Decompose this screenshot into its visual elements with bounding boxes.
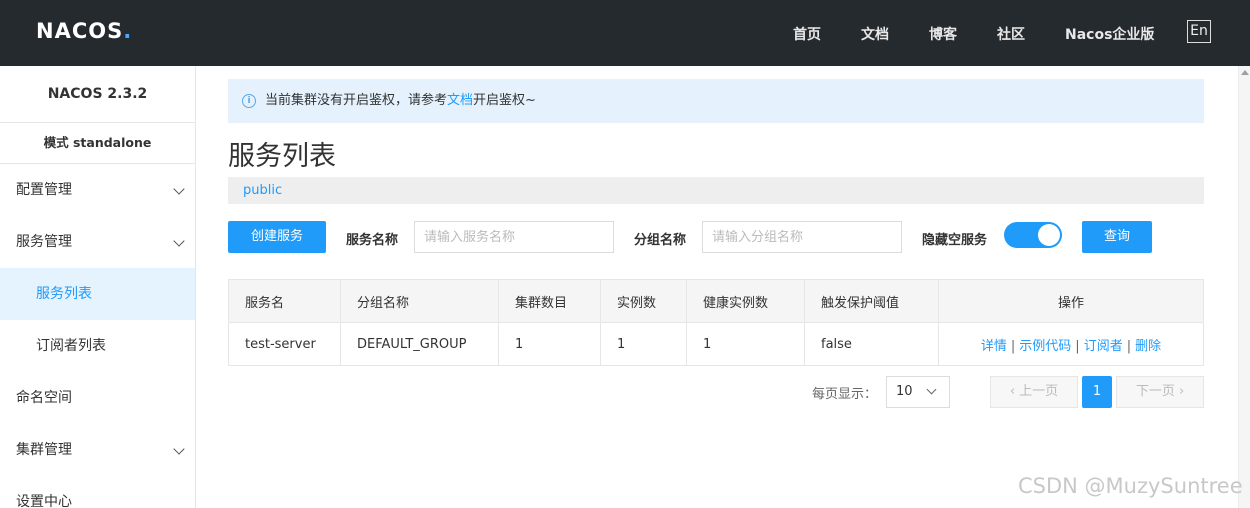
scroll-up-arrow-icon[interactable]	[1241, 70, 1249, 75]
docs-link[interactable]: 文档	[447, 93, 473, 108]
sidebar-item-label: 设置中心	[16, 494, 72, 508]
service-table: 服务名 分组名称 集群数目 实例数 健康实例数 触发保护阈值 操作 test-s…	[228, 279, 1204, 366]
sidebar-item-service-list[interactable]: 服务列表	[0, 268, 195, 320]
mode-label: 模式 standalone	[0, 123, 195, 164]
group-name-label: 分组名称	[634, 233, 687, 248]
chevron-down-icon	[926, 384, 937, 395]
service-name-input[interactable]	[414, 221, 614, 253]
sidebar-item-config-management[interactable]: 配置管理	[0, 164, 195, 216]
per-page-label: 每页显示：	[812, 387, 878, 402]
version-label: NACOS 2.3.2	[0, 66, 195, 123]
page-title: 服务列表	[228, 141, 336, 172]
detail-link[interactable]: 详情	[981, 339, 1007, 354]
notice-suffix: 开启鉴权~	[473, 93, 536, 108]
logo-text: NACOS	[36, 19, 124, 43]
language-switch-button[interactable]: En	[1187, 20, 1211, 43]
auth-notice: i 当前集群没有开启鉴权，请参考文档开启鉴权~	[228, 79, 1204, 123]
hide-empty-services-toggle[interactable]	[1004, 222, 1062, 248]
sidebar: NACOS 2.3.2 模式 standalone 配置管理 服务管理 服务列表…	[0, 66, 196, 508]
info-icon: i	[242, 94, 256, 108]
cell-service-name: test-server	[228, 322, 341, 366]
separator: |	[1075, 338, 1080, 354]
sidebar-item-label: 服务列表	[36, 286, 92, 302]
next-page-label: 下一页	[1135, 384, 1175, 399]
chevron-down-icon	[173, 443, 185, 455]
next-page-button[interactable]: 下一页 ›	[1116, 376, 1204, 408]
col-header-instance-count: 实例数	[600, 279, 687, 323]
delete-link[interactable]: 删除	[1135, 339, 1161, 354]
col-header-group-name: 分组名称	[340, 279, 499, 323]
group-name-input[interactable]	[702, 221, 902, 253]
prev-page-button[interactable]: ‹ 上一页	[990, 376, 1078, 408]
logo-dot: .	[123, 19, 133, 43]
separator: |	[1010, 338, 1016, 354]
create-service-button[interactable]: 创建服务	[228, 221, 326, 253]
sidebar-item-cluster-management[interactable]: 集群管理	[0, 424, 195, 476]
table-row: test-server DEFAULT_GROUP 1 1 1 false 详情…	[228, 322, 1204, 366]
nav-blog[interactable]: 博客	[929, 24, 957, 44]
service-name-label: 服务名称	[346, 233, 399, 248]
sample-code-link[interactable]: 示例代码	[1019, 339, 1071, 354]
chevron-down-icon	[173, 183, 185, 195]
nav-enterprise[interactable]: Nacos企业版	[1065, 24, 1154, 44]
nacos-logo[interactable]: NACOS.	[36, 19, 132, 43]
prev-page-label: 上一页	[1019, 384, 1059, 399]
cell-healthy-count: 1	[686, 322, 805, 366]
cell-actions: 详情 | 示例代码 | 订阅者 | 删除	[938, 322, 1204, 366]
sidebar-item-namespace[interactable]: 命名空间	[0, 372, 195, 424]
chevron-down-icon	[173, 235, 185, 247]
page-size-value: 10	[896, 384, 913, 399]
separator: |	[1126, 338, 1132, 354]
table-header-row: 服务名 分组名称 集群数目 实例数 健康实例数 触发保护阈值 操作	[228, 279, 1204, 323]
page-number-current[interactable]: 1	[1082, 376, 1112, 408]
cell-cluster-count: 1	[498, 322, 601, 366]
col-header-healthy-count: 健康实例数	[686, 279, 805, 323]
sidebar-item-label: 配置管理	[16, 182, 72, 198]
cell-group-name: DEFAULT_GROUP	[340, 322, 499, 366]
notice-prefix: 当前集群没有开启鉴权，请参考	[265, 93, 448, 108]
col-header-actions: 操作	[938, 279, 1204, 323]
chevron-right-icon: ›	[1174, 384, 1185, 399]
namespace-tab-public[interactable]: public	[228, 177, 1204, 204]
vertical-scrollbar[interactable]	[1238, 66, 1250, 508]
notice-text: 当前集群没有开启鉴权，请参考文档开启鉴权~	[265, 79, 536, 123]
sidebar-item-label: 集群管理	[16, 442, 72, 458]
toggle-knob	[1038, 224, 1060, 246]
nav-docs[interactable]: 文档	[861, 24, 889, 44]
col-header-service-name: 服务名	[228, 279, 341, 323]
chevron-left-icon: ‹	[1009, 384, 1020, 399]
cell-protect-threshold: false	[804, 322, 939, 366]
hide-empty-services-label: 隐藏空服务	[922, 233, 988, 248]
page-size-select[interactable]: 10	[886, 376, 950, 408]
top-navbar: NACOS. 首页 文档 博客 社区 Nacos企业版 En	[0, 0, 1250, 66]
sidebar-item-label: 订阅者列表	[36, 338, 106, 354]
sidebar-item-service-management[interactable]: 服务管理	[0, 216, 195, 268]
sidebar-item-settings[interactable]: 设置中心	[0, 476, 195, 508]
nav-home[interactable]: 首页	[793, 24, 821, 44]
sidebar-item-subscriber-list[interactable]: 订阅者列表	[0, 320, 195, 372]
cell-instance-count: 1	[600, 322, 687, 366]
sidebar-item-label: 命名空间	[16, 390, 72, 406]
subscribers-link[interactable]: 订阅者	[1084, 339, 1123, 354]
col-header-cluster-count: 集群数目	[498, 279, 601, 323]
watermark: CSDN @MuzySuntree	[1018, 474, 1243, 498]
sidebar-item-label: 服务管理	[16, 234, 72, 250]
nav-community[interactable]: 社区	[997, 24, 1025, 44]
col-header-protect-threshold: 触发保护阈值	[804, 279, 939, 323]
query-button[interactable]: 查询	[1082, 221, 1152, 253]
